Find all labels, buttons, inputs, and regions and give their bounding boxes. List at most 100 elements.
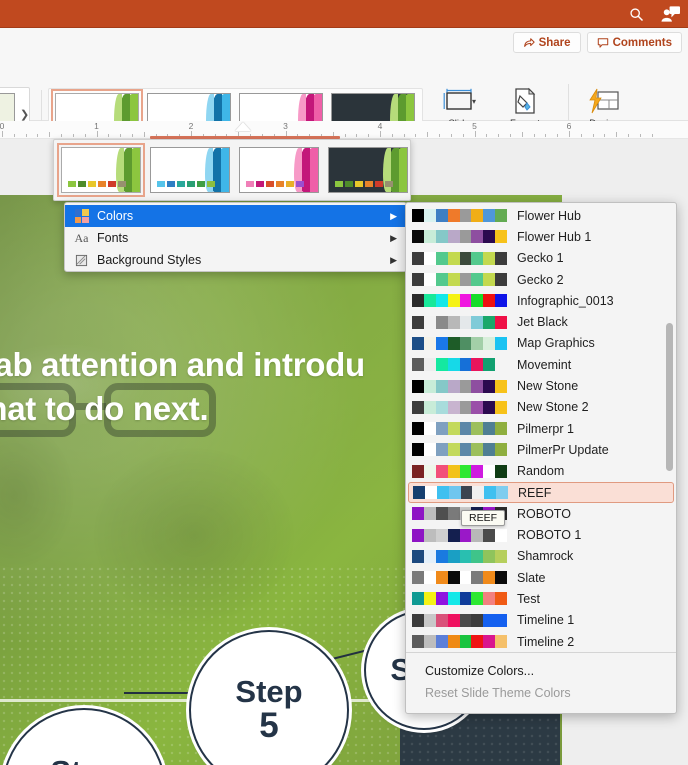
color-theme-item[interactable]: Gecko 1	[406, 248, 676, 269]
color-theme-item[interactable]: Timeline 2	[406, 631, 676, 652]
ruler-tick	[356, 134, 358, 137]
horizontal-ruler[interactable]: 0 1 2 3 4 5 6	[0, 121, 688, 139]
color-theme-label: New Stone 2	[517, 400, 589, 415]
title-bar	[0, 0, 688, 28]
color-theme-item[interactable]: Test	[406, 588, 676, 609]
ruler-label: 1	[94, 121, 99, 131]
color-theme-item[interactable]: Flower Hub	[406, 205, 676, 226]
theme-swatch-row	[246, 181, 304, 187]
ruler-tick	[533, 134, 535, 137]
slide-size-icon	[430, 84, 488, 118]
ruler-tick	[569, 131, 570, 137]
color-theme-item[interactable]: ROBOTO 1	[406, 524, 676, 545]
menu-item-background-styles[interactable]: Background Styles ▶	[65, 249, 406, 271]
search-icon[interactable]	[626, 4, 646, 24]
ruler-tick	[509, 134, 511, 137]
chevron-down-icon[interactable]: ▾	[472, 96, 476, 107]
theme-swatch-row	[335, 181, 393, 187]
theme-dropdown-menu[interactable]: Colors ▶ Aa Fonts ▶ Background Styles ▶	[64, 202, 407, 272]
color-theme-label: Flower Hub	[517, 208, 581, 223]
chevron-right-icon[interactable]: ❯	[20, 108, 29, 121]
variants-flyout[interactable]	[53, 139, 411, 201]
color-theme-item[interactable]: Slate	[406, 567, 676, 588]
ruler-label: 5	[472, 121, 477, 131]
ruler-indent-marker[interactable]	[235, 122, 251, 131]
color-theme-item[interactable]: Infographic_0013	[406, 290, 676, 311]
color-theme-label: Movemint	[517, 357, 572, 372]
colors-submenu-footer: Customize Colors... Reset Slide Theme Co…	[406, 652, 676, 713]
menu-item-colors-label: Colors	[97, 209, 134, 223]
share-button[interactable]: Share	[512, 32, 581, 53]
menu-item-fonts[interactable]: Aa Fonts ▶	[65, 227, 406, 249]
color-theme-label: PilmerPr Update	[517, 442, 609, 457]
share-label: Share	[538, 36, 571, 49]
ruler-tick	[557, 134, 559, 137]
ruler-tick	[639, 134, 641, 137]
ruler-tick	[49, 132, 51, 137]
ruler-tick	[545, 134, 547, 137]
ruler-tick	[604, 134, 606, 137]
menu-item-fonts-label: Fonts	[97, 231, 129, 245]
slide-body-text[interactable]: grab attention and introdu what to do ne…	[0, 343, 432, 431]
colors-submenu[interactable]: Flower Hub Flower Hub 1 Gecko 1 Gecko 2 Info…	[405, 202, 677, 714]
color-swatch-strip	[412, 294, 507, 308]
color-theme-item[interactable]: New Stone 2	[406, 397, 676, 418]
share-comments-group: Share Comments	[512, 32, 682, 53]
title-bar-icons	[626, 0, 680, 28]
ruler-label: 3	[283, 121, 288, 131]
ruler-tick	[462, 134, 464, 137]
color-theme-label: Jet Black	[517, 315, 568, 330]
color-theme-item[interactable]: Map Graphics	[406, 333, 676, 354]
color-swatch-strip	[412, 635, 507, 649]
color-theme-label: REEF	[518, 485, 552, 500]
color-theme-item[interactable]: ROBOTO	[406, 503, 676, 524]
color-swatch-strip	[412, 528, 507, 542]
ruler-tick	[120, 134, 122, 137]
ruler-tick	[580, 134, 582, 137]
comments-label: Comments	[612, 36, 672, 49]
color-theme-item[interactable]: PilmerPr Update	[406, 439, 676, 460]
color-theme-item[interactable]: Timeline 1	[406, 610, 676, 631]
color-theme-label: ROBOTO 1	[517, 528, 582, 543]
menu-item-colors[interactable]: Colors ▶	[65, 205, 406, 227]
color-theme-item[interactable]: Jet Black	[406, 311, 676, 332]
variant-green[interactable]	[57, 143, 145, 197]
color-theme-item[interactable]: Random	[406, 461, 676, 482]
color-swatch-strip	[412, 443, 507, 457]
reset-slide-theme-colors-item: Reset Slide Theme Colors	[406, 682, 676, 704]
account-icon[interactable]	[660, 4, 680, 24]
color-theme-label: Map Graphics	[517, 336, 595, 351]
ruler-tick	[450, 134, 452, 137]
colors-list-scrollbar[interactable]	[666, 323, 673, 471]
ruler-tick	[521, 132, 523, 137]
color-theme-item[interactable]: Flower Hub 1	[406, 226, 676, 247]
chevron-right-icon: ▶	[390, 232, 397, 243]
color-theme-item[interactable]: Shamrock	[406, 546, 676, 567]
step-5-word: Step	[235, 674, 303, 710]
color-swatch-strip	[412, 422, 507, 436]
color-theme-item[interactable]: Gecko 2	[406, 269, 676, 290]
color-swatch-strip	[412, 379, 507, 393]
ruler-label: 6	[566, 121, 572, 131]
color-swatch-strip	[412, 400, 507, 414]
color-theme-item[interactable]: Pilmerpr 1	[406, 418, 676, 439]
customize-colors-label: Customize Colors...	[425, 664, 535, 678]
colors-list[interactable]: Flower Hub Flower Hub 1 Gecko 1 Gecko 2 Info…	[406, 203, 676, 652]
variant-dark[interactable]	[328, 147, 408, 193]
ruler-tick	[474, 131, 476, 137]
color-theme-item-selected[interactable]: REEF	[408, 481, 674, 504]
color-swatch-strip	[412, 209, 507, 223]
color-theme-label: Pilmerpr 1	[517, 421, 574, 436]
ruler-tick	[96, 131, 98, 137]
comments-button[interactable]: Comments	[586, 32, 682, 53]
color-theme-label: Timeline 1	[517, 613, 575, 628]
ruler-tick	[61, 134, 63, 137]
variant-pink[interactable]	[239, 147, 319, 193]
customize-colors-item[interactable]: Customize Colors...	[406, 660, 676, 682]
color-theme-item[interactable]: New Stone	[406, 375, 676, 396]
color-theme-item[interactable]: Movemint	[406, 354, 676, 375]
variant-blue[interactable]	[150, 147, 230, 193]
color-theme-label: Gecko 1	[517, 251, 564, 266]
color-swatch-strip	[412, 315, 507, 329]
color-swatch-strip	[412, 273, 507, 287]
